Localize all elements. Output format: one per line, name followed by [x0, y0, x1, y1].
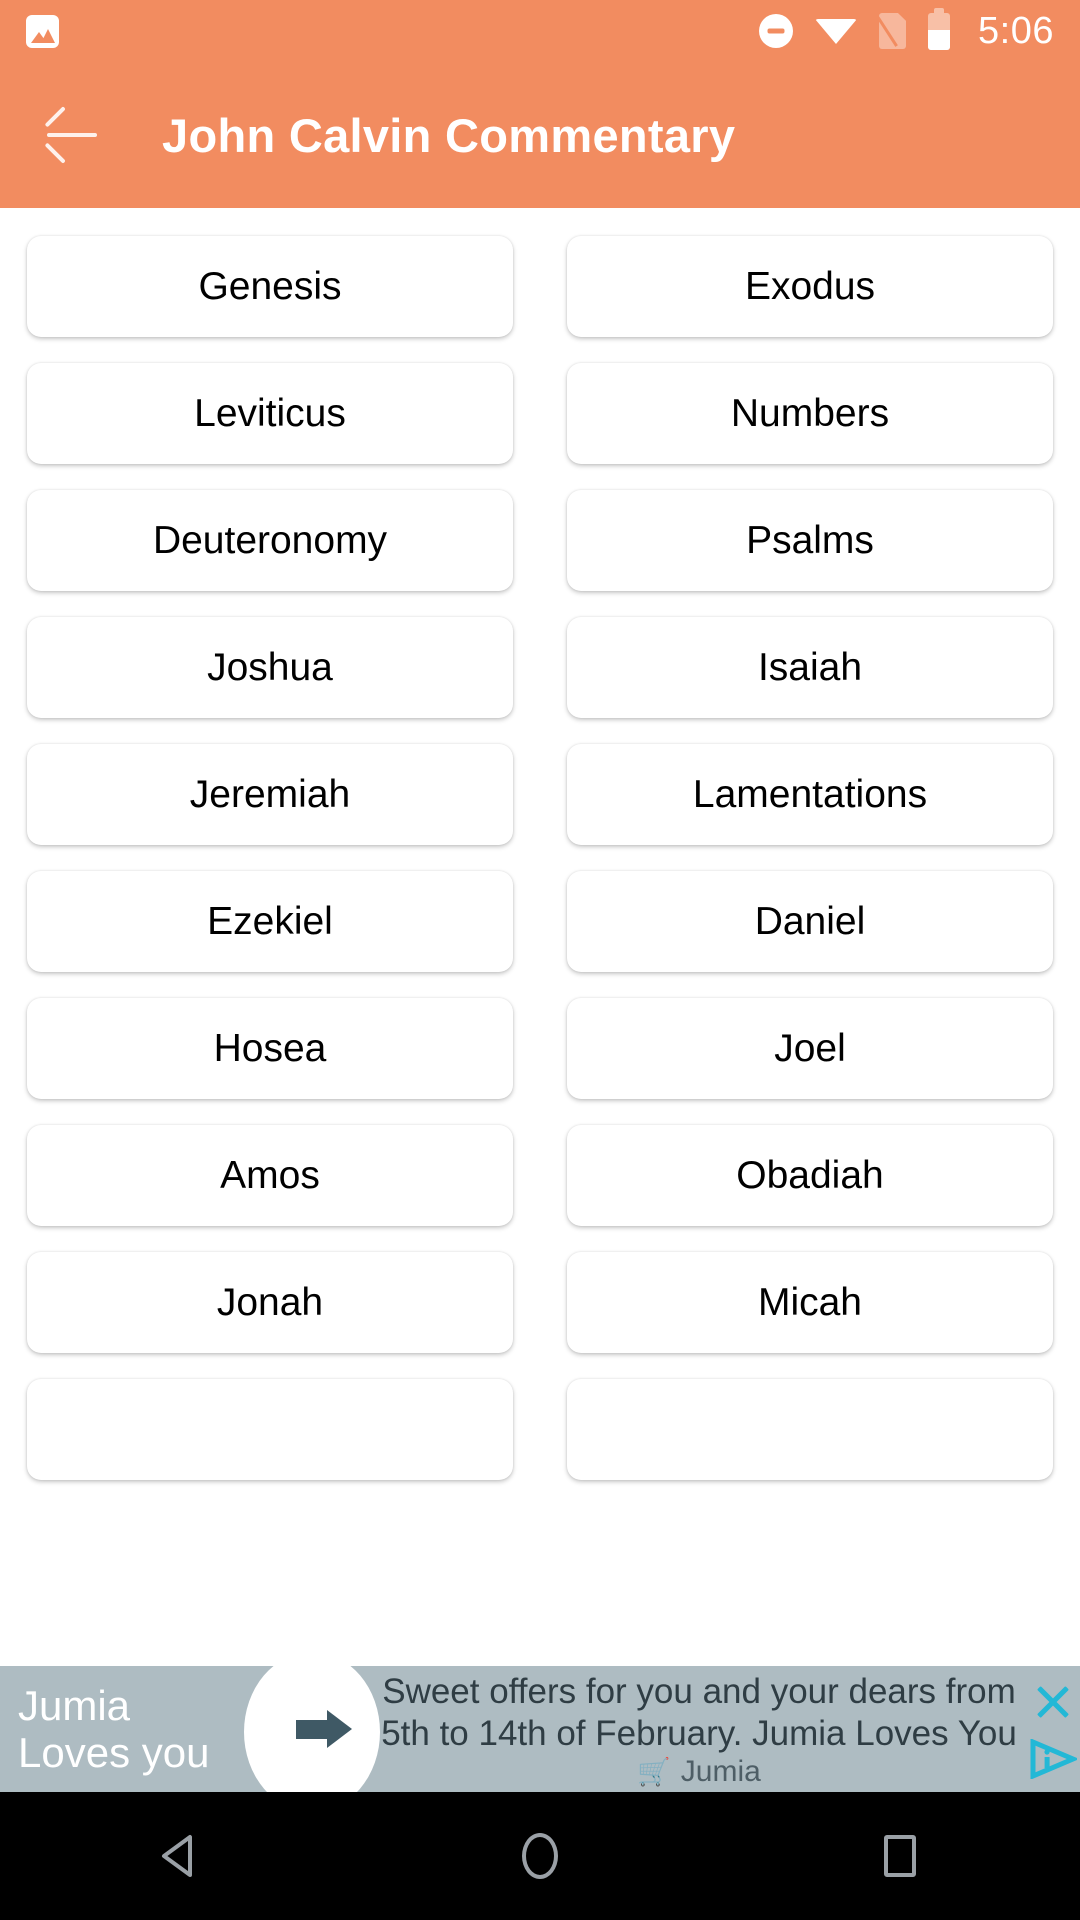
book-card[interactable]: Hosea	[27, 998, 513, 1099]
ad-brand-line-2: Loves you	[18, 1729, 210, 1776]
ad-copy-line-2: 5th to 14th of February. Jumia Loves You	[381, 1714, 1017, 1753]
book-card[interactable]: Joshua	[27, 617, 513, 718]
book-card[interactable]: Lamentations	[567, 744, 1053, 845]
book-card-label: Joshua	[207, 646, 333, 689]
book-card[interactable]: Ezekiel	[27, 871, 513, 972]
phone-screen: 5:06 John Calvin Commentary Genesis Exodu…	[0, 0, 1080, 1920]
nav-home-button[interactable]	[360, 1833, 720, 1879]
ad-copy-line-1: Sweet offers for you and your dears from	[382, 1672, 1016, 1711]
book-card-label: Genesis	[198, 265, 342, 308]
status-bar: 5:06	[0, 0, 1080, 62]
back-icon	[162, 1835, 192, 1877]
do-not-disturb-icon	[759, 14, 794, 48]
home-icon	[522, 1833, 558, 1879]
recents-icon	[884, 1835, 916, 1877]
book-card-label: Leviticus	[194, 392, 346, 435]
ad-copy: Sweet offers for you and your dears from…	[372, 1666, 1026, 1792]
back-arrow-icon	[47, 133, 97, 137]
arrow-right-icon	[296, 1719, 328, 1739]
book-card[interactable]: Jeremiah	[27, 744, 513, 845]
book-card-label: Numbers	[730, 392, 890, 435]
book-card[interactable]: Psalms	[567, 490, 1053, 591]
book-card[interactable]: Daniel	[567, 871, 1053, 972]
android-navigation-bar	[0, 1792, 1080, 1920]
status-bar-clock: 5:06	[978, 10, 1054, 52]
app-bar: John Calvin Commentary	[0, 62, 1080, 208]
status-bar-system-icons: 5:06	[759, 12, 1054, 50]
status-bar-notifications	[26, 14, 59, 48]
book-card-label: Daniel	[754, 900, 866, 943]
book-card[interactable]: Exodus	[567, 236, 1053, 337]
book-card-label: Jonah	[216, 1281, 324, 1324]
book-card-label: Micah	[757, 1281, 863, 1324]
book-card[interactable]: Micah	[567, 1252, 1053, 1353]
book-card-label: Ezekiel	[207, 900, 333, 943]
adchoices-icon[interactable]	[1029, 1737, 1080, 1780]
book-card-label: Joel	[774, 1027, 846, 1070]
screenshot-icon	[26, 14, 59, 48]
book-card-label: Lamentations	[692, 773, 928, 816]
book-card-label: Jeremiah	[189, 773, 351, 816]
book-list-scroll-area[interactable]: Genesis Exodus Leviticus Numbers Deuteronomy…	[0, 208, 1080, 1666]
ad-banner[interactable]: Jumia Loves you Sweet offers for you and…	[0, 1666, 1080, 1792]
ad-advertiser-row: 🛒 Jumia	[637, 1757, 761, 1787]
ad-brand: Jumia Loves you	[0, 1666, 252, 1792]
book-card-label: Deuteronomy	[152, 519, 388, 562]
wifi-icon	[815, 18, 858, 44]
book-card-label: Amos	[220, 1154, 320, 1197]
book-card[interactable]: Amos	[27, 1125, 513, 1226]
book-card-label: Obadiah	[736, 1154, 884, 1197]
nav-recents-button[interactable]	[720, 1835, 1080, 1877]
book-card-label: Isaiah	[757, 646, 863, 689]
nav-back-button[interactable]	[0, 1832, 360, 1880]
book-card[interactable]	[567, 1379, 1053, 1480]
book-card[interactable]: Numbers	[567, 363, 1053, 464]
ad-controls	[1026, 1666, 1080, 1792]
book-card-label: Hosea	[213, 1027, 327, 1070]
book-card-label: Psalms	[746, 519, 874, 562]
book-card[interactable]: Leviticus	[27, 363, 513, 464]
ad-cta[interactable]	[244, 1666, 380, 1792]
book-card-label: Exodus	[744, 265, 876, 308]
close-icon[interactable]	[1031, 1680, 1075, 1724]
book-grid: Genesis Exodus Leviticus Numbers Deuteronomy…	[0, 208, 1080, 1480]
book-card[interactable]: Isaiah	[567, 617, 1053, 718]
book-card[interactable]: Genesis	[27, 236, 513, 337]
back-button[interactable]	[22, 85, 122, 185]
book-card[interactable]: Obadiah	[567, 1125, 1053, 1226]
adchoices-glyph	[1030, 1737, 1080, 1780]
book-card[interactable]: Deuteronomy	[27, 490, 513, 591]
shopping-cart-icon: 🛒	[637, 1756, 671, 1787]
page-title: John Calvin Commentary	[162, 108, 736, 162]
no-sim-icon	[879, 13, 907, 49]
ad-brand-line-1: Jumia	[18, 1681, 131, 1729]
battery-icon	[928, 12, 951, 50]
book-card[interactable]: Joel	[567, 998, 1053, 1099]
ad-advertiser-name: Jumia	[680, 1755, 761, 1788]
book-card[interactable]	[27, 1379, 513, 1480]
book-card[interactable]: Jonah	[27, 1252, 513, 1353]
